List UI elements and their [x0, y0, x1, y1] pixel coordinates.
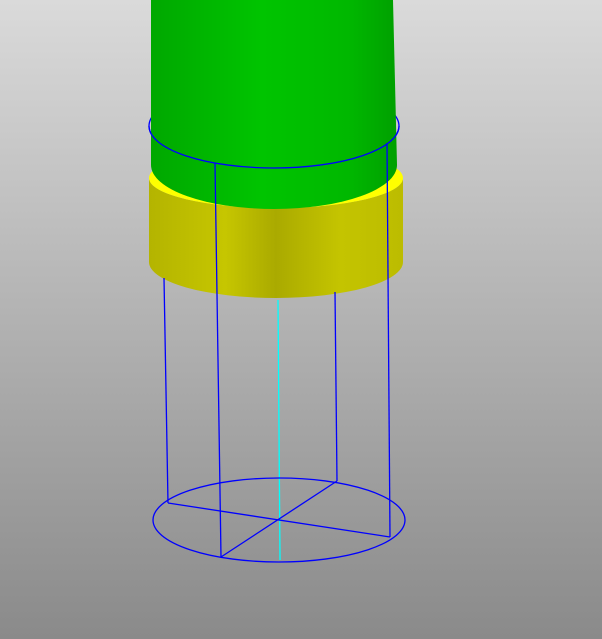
3d-viewport[interactable]: [0, 0, 602, 639]
scene: [148, 0, 406, 563]
green-cylinder: [151, 0, 397, 209]
axis-line: [277, 299, 281, 561]
